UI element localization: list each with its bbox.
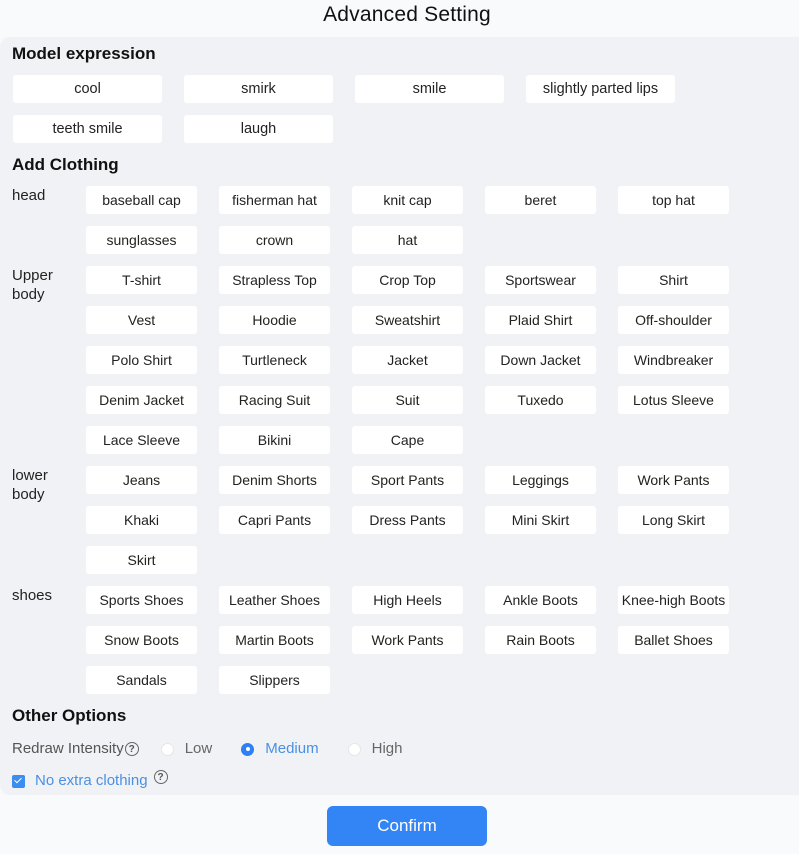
category-label: head <box>12 187 46 204</box>
no-extra-clothing-row: No extra clothing ? <box>12 770 168 791</box>
clothing-option[interactable]: Denim Shorts <box>219 466 330 494</box>
clothing-option[interactable]: T-shirt <box>86 266 197 294</box>
clothing-option[interactable]: Plaid Shirt <box>485 306 596 334</box>
clothing-option[interactable]: Snow Boots <box>86 626 197 654</box>
help-icon[interactable]: ? <box>124 742 139 756</box>
clothing-option[interactable]: Leather Shoes <box>219 586 330 614</box>
redraw-intensity-label: Redraw Intensity <box>12 740 124 757</box>
radio-circle-high[interactable] <box>347 742 361 756</box>
radio-label-low: Low <box>184 740 213 757</box>
clothing-option[interactable]: Polo Shirt <box>86 346 197 374</box>
radio-low[interactable]: Low <box>160 739 213 759</box>
clothing-option[interactable]: Skirt <box>86 546 197 574</box>
no-extra-clothing-label[interactable]: No extra clothing <box>35 771 148 791</box>
clothing-option[interactable]: Mini Skirt <box>485 506 596 534</box>
category-label: shoes <box>12 587 53 604</box>
clothing-option[interactable]: Capri Pants <box>219 506 330 534</box>
clothing-option[interactable]: baseball cap <box>86 186 197 214</box>
clothing-option[interactable]: Denim Jacket <box>86 386 197 414</box>
clothing-option[interactable]: Turtleneck <box>219 346 330 374</box>
clothing-option[interactable]: Knee-high Boots <box>618 586 729 614</box>
clothing-option[interactable]: crown <box>219 226 330 254</box>
clothing-option[interactable]: Jeans <box>86 466 197 494</box>
clothing-option[interactable]: Work Pants <box>352 626 463 654</box>
clothing-option[interactable]: Sweatshirt <box>352 306 463 334</box>
clothing-option[interactable]: Sportswear <box>485 266 596 294</box>
expression-option[interactable]: smile <box>355 75 504 103</box>
category-label: lower body <box>12 467 48 503</box>
radio-circle-medium[interactable] <box>241 742 255 756</box>
dialog-title: Advanced Setting <box>323 3 491 26</box>
clothing-option[interactable]: Hoodie <box>219 306 330 334</box>
expression-option[interactable]: smirk <box>184 75 333 103</box>
clothing-option[interactable]: Down Jacket <box>485 346 596 374</box>
clothing-option[interactable]: Racing Suit <box>219 386 330 414</box>
clothing-option[interactable]: Vest <box>86 306 197 334</box>
clothing-option[interactable]: hat <box>352 226 463 254</box>
clothing-option[interactable]: High Heels <box>352 586 463 614</box>
clothing-option[interactable]: Off-shoulder <box>618 306 729 334</box>
clothing-option[interactable]: Lace Sleeve <box>86 426 197 454</box>
clothing-option[interactable]: Sport Pants <box>352 466 463 494</box>
other-options-heading: Other Options <box>12 706 127 725</box>
clothing-option[interactable]: Slippers <box>219 666 330 694</box>
clothing-option[interactable]: Khaki <box>86 506 197 534</box>
clothing-option[interactable]: top hat <box>618 186 729 214</box>
clothing-option[interactable]: Dress Pants <box>352 506 463 534</box>
no-extra-clothing-checkbox[interactable] <box>12 774 25 788</box>
expression-option[interactable]: teeth smile <box>13 115 162 143</box>
clothing-option[interactable]: Sandals <box>86 666 197 694</box>
clothing-option[interactable]: fisherman hat <box>219 186 330 214</box>
clothing-option[interactable]: Work Pants <box>618 466 729 494</box>
clothing-option[interactable]: Lotus Sleeve <box>618 386 729 414</box>
clothing-option[interactable]: Cape <box>352 426 463 454</box>
clothing-option[interactable]: Windbreaker <box>618 346 729 374</box>
clothing-option[interactable]: Long Skirt <box>618 506 729 534</box>
expression-option[interactable]: cool <box>13 75 162 103</box>
clothing-option[interactable]: Tuxedo <box>485 386 596 414</box>
clothing-option[interactable]: sunglasses <box>86 226 197 254</box>
radio-high[interactable]: High <box>347 739 403 759</box>
clothing-option[interactable]: Suit <box>352 386 463 414</box>
radio-label-medium: Medium <box>265 740 319 757</box>
clothing-option[interactable]: Crop Top <box>352 266 463 294</box>
clothing-option[interactable]: knit cap <box>352 186 463 214</box>
expression-option[interactable]: slightly parted lips <box>526 75 675 103</box>
clothing-option[interactable]: Rain Boots <box>485 626 596 654</box>
clothing-option[interactable]: Martin Boots <box>219 626 330 654</box>
category-label: Upper body <box>12 267 53 303</box>
clothing-option[interactable]: Strapless Top <box>219 266 330 294</box>
expression-option[interactable]: laugh <box>184 115 333 143</box>
clothing-option[interactable]: Sports Shoes <box>86 586 197 614</box>
clothing-option[interactable]: Bikini <box>219 426 330 454</box>
add-clothing-heading: Add Clothing <box>12 155 119 174</box>
redraw-intensity-row: Redraw Intensity ? Low Medium High <box>12 739 402 759</box>
model-expression-heading: Model expression <box>12 44 156 63</box>
radio-label-high: High <box>371 740 403 757</box>
clothing-option[interactable]: Ballet Shoes <box>618 626 729 654</box>
clothing-option[interactable]: Leggings <box>485 466 596 494</box>
clothing-option[interactable]: Jacket <box>352 346 463 374</box>
radio-circle-low[interactable] <box>160 742 174 756</box>
clothing-option[interactable]: Ankle Boots <box>485 586 596 614</box>
confirm-button[interactable]: Confirm <box>327 806 487 846</box>
radio-medium[interactable]: Medium <box>241 739 319 759</box>
clothing-option[interactable]: beret <box>485 186 596 214</box>
help-icon[interactable]: ? <box>153 770 168 784</box>
clothing-option[interactable]: Shirt <box>618 266 729 294</box>
